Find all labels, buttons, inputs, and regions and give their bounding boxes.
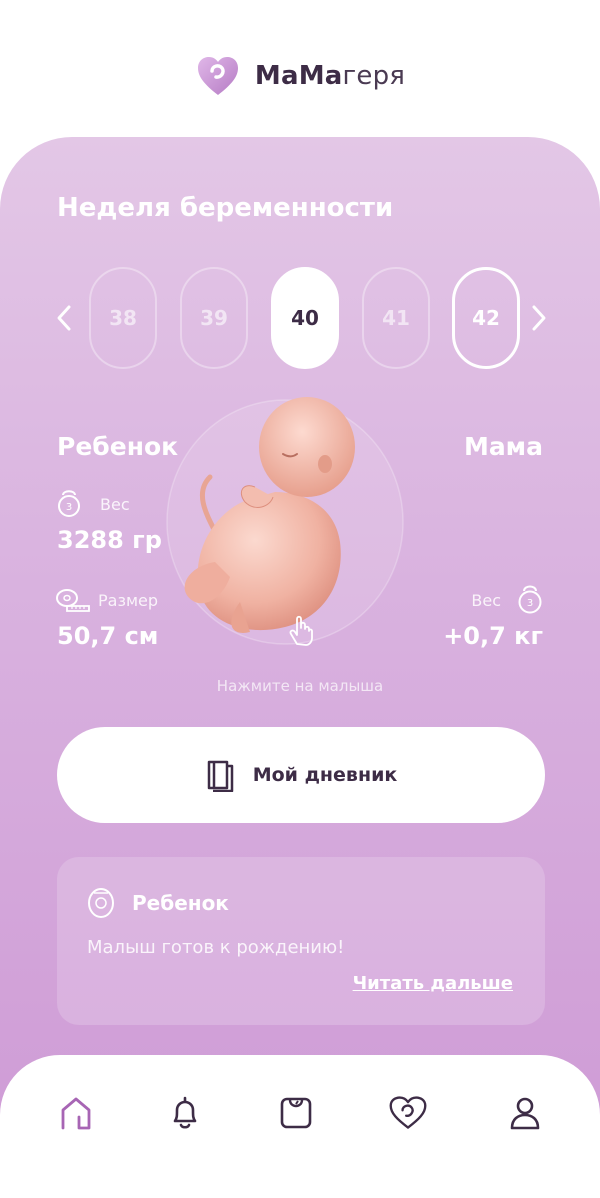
baby-icon xyxy=(166,397,404,645)
home-icon xyxy=(61,1097,91,1130)
kettlebell-icon: 3 xyxy=(518,585,542,614)
diary-button[interactable]: Мой дневник xyxy=(57,727,545,823)
diary-label: Мой дневник xyxy=(252,764,398,786)
child-weight-label: Вес xyxy=(100,495,130,514)
mom-weight-label: Вес xyxy=(471,591,501,610)
brand-name: МаМагеря xyxy=(255,61,405,91)
child-size-value: 50,7 см xyxy=(57,622,159,650)
info-text: Малыш готов к рождению! xyxy=(87,937,345,958)
bell-icon xyxy=(173,1096,197,1129)
heart-logo-icon xyxy=(197,57,238,95)
kettlebell-icon: 3 xyxy=(58,490,80,517)
tap-hand-icon xyxy=(289,615,313,646)
week-selector: 38 39 40 41 42 xyxy=(0,267,600,369)
pregnancy-card: Неделя беременности 38 39 40 41 42 Ребен… xyxy=(0,137,600,1137)
week-pill-40[interactable]: 40 xyxy=(271,267,339,369)
chevron-left-icon xyxy=(57,305,71,331)
svg-text:3: 3 xyxy=(66,502,72,513)
measure-tape-icon xyxy=(56,589,90,612)
next-week-button[interactable] xyxy=(524,299,554,337)
prev-week-button[interactable] xyxy=(49,299,79,337)
child-size-label: Размер xyxy=(98,591,159,610)
week-pill-42[interactable]: 42 xyxy=(452,267,520,369)
info-card: Ребенок Малыш готов к рождению! Читать д… xyxy=(57,857,545,1025)
baby-illustration[interactable] xyxy=(155,392,415,652)
nav-favorites[interactable] xyxy=(388,1093,428,1133)
app-header: МаМагеря xyxy=(0,50,600,102)
week-pill-39[interactable]: 39 xyxy=(180,267,248,369)
week-pill-38[interactable]: 38 xyxy=(89,267,157,369)
mom-weight-value: +0,7 кг xyxy=(443,622,543,650)
scale-icon xyxy=(280,1097,312,1129)
profile-icon xyxy=(510,1097,540,1130)
bottom-nav xyxy=(0,1055,600,1198)
week-pill-41[interactable]: 41 xyxy=(362,267,430,369)
baby-hint: Нажмите на малыша xyxy=(216,677,384,695)
child-weight-value: 3288 гр xyxy=(57,526,162,554)
nav-profile[interactable] xyxy=(505,1093,545,1133)
read-more-link[interactable]: Читать дальше xyxy=(353,973,513,994)
nav-home[interactable] xyxy=(56,1093,96,1133)
book-icon xyxy=(207,760,233,792)
info-title: Ребенок xyxy=(132,891,229,915)
measure-tape-icon xyxy=(88,888,114,918)
brand-light: геря xyxy=(342,61,406,91)
heart-icon xyxy=(389,1096,427,1129)
svg-text:3: 3 xyxy=(527,598,533,609)
week-title: Неделя беременности xyxy=(57,193,394,223)
nav-scale[interactable] xyxy=(276,1093,316,1133)
brand-bold: МаМа xyxy=(254,61,343,91)
mom-title: Мама xyxy=(463,432,543,461)
chevron-right-icon xyxy=(532,305,546,331)
nav-notifications[interactable] xyxy=(165,1093,205,1133)
